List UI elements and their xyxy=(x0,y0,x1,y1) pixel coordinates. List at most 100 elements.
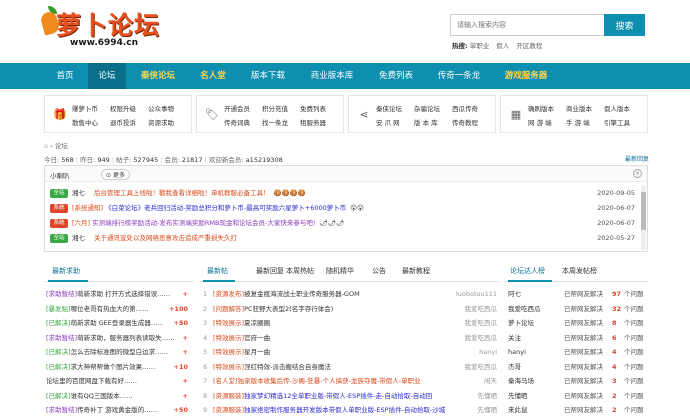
nav-item-6[interactable]: 免费列表 xyxy=(368,63,424,89)
newest-member[interactable]: a15219308 xyxy=(246,156,283,164)
tab-4[interactable]: 公告 xyxy=(372,263,386,279)
quick-link[interactable]: 退币投诉 xyxy=(110,117,136,127)
nav-item-1[interactable]: 论坛 xyxy=(88,63,126,89)
quick-link[interactable]: 确刷版本 xyxy=(528,103,554,113)
thread-row[interactable]: 1 [资源发布]被复金瓶海流战士职业传奇服务器-GOM luobotou111 xyxy=(203,288,499,301)
help-row[interactable]: [已解决]怎么去除标准图的微型白边求…… + xyxy=(46,346,192,359)
thread-title[interactable]: PC狂野大表型2(名字存行体会) xyxy=(244,305,333,313)
thread-row[interactable]: 2 [问题解答]PC狂野大表型2(名字存行体会) 我爱吃西瓜 xyxy=(203,302,499,316)
quick-link[interactable]: 安 爪 网 xyxy=(376,117,400,127)
help-title[interactable]: 论坛里的百度网盘下载有好…… xyxy=(46,377,137,385)
search-input[interactable] xyxy=(450,14,605,36)
quick-link[interactable]: 商业版本 xyxy=(566,103,592,113)
thread-title[interactable]: 被复金瓶海流战士职业传奇服务器-GOM xyxy=(244,290,360,298)
thread-title[interactable]: 独家梦幻精选12全单职业版-带假人-ESP插件-走-自动拾取-自动回 xyxy=(244,392,432,400)
notice-scrollbar[interactable] xyxy=(641,186,646,250)
tab-latest-help[interactable]: 最新求助 xyxy=(52,263,80,279)
notice-text[interactable]: 后台管理工具上线啦！戳我查看详细啦！单机群服必备工具！ xyxy=(94,189,270,197)
quick-link[interactable]: 权限升级 xyxy=(110,103,136,113)
help-row[interactable]: [求助暂结]萌新求助，服务器列表读取失…… + xyxy=(46,331,192,345)
thread-row[interactable]: 4 [特效展示]官府一曲 我爱吃西瓜 xyxy=(203,331,499,345)
thread-row[interactable]: 3 [特效展示]夏凉圈圈 我爱吃西瓜 xyxy=(203,317,499,330)
quick-link[interactable]: 假人版本 xyxy=(604,103,630,113)
help-row[interactable]: [已解决]萌新求助 GEE登录器生成器…… +50 xyxy=(46,317,192,330)
tab-forum-experts[interactable]: 论坛达人榜 xyxy=(510,263,545,279)
notice-author[interactable]: [六月] xyxy=(72,217,90,229)
tab-0[interactable]: 最新帖 xyxy=(207,263,228,279)
thread-row[interactable]: 8 [资源服装]独家梦幻精选12全单职业版-带假人-ESP插件-走-自动拾取-自动… xyxy=(203,389,499,403)
ranking-name[interactable]: 杰哥 xyxy=(508,361,521,374)
help-row[interactable]: [求助暂结]萌新求助 打开方式选择错误…… + xyxy=(46,288,192,301)
tab-1[interactable]: 最新回复 xyxy=(256,263,284,279)
thread-author[interactable]: 闲天 xyxy=(481,375,497,388)
help-title[interactable]: 萌新求助 打开方式选择错误…… xyxy=(77,290,170,298)
quick-link[interactable]: 开通会员 xyxy=(224,103,250,113)
quick-link[interactable]: 租服务器 xyxy=(300,117,326,127)
quick-link[interactable]: 西瓜传奇 xyxy=(452,103,478,113)
notice-row[interactable]: 全站 湘七 关于通讯宣处以及网络恶意攻击造成严重损失久打 2020-05-27 xyxy=(50,232,640,244)
quick-link[interactable]: 资源求助 xyxy=(148,117,174,127)
nav-item-8[interactable]: 游戏服务器 xyxy=(494,63,558,89)
hot-item[interactable]: 假人 xyxy=(496,42,509,50)
hot-item[interactable]: 单职业 xyxy=(470,42,490,50)
close-icon[interactable]: × xyxy=(633,169,642,178)
nav-item-4[interactable]: 版本下载 xyxy=(240,63,296,89)
thread-author[interactable]: 先懂晒 xyxy=(474,389,497,403)
notice-text[interactable]: 《白菜论坛》老兵回归活动-奖励总积分和萝卜币-最高可奖励六星萝卜+6000萝卜币 xyxy=(105,204,346,212)
thread-title[interactable]: 独家绝密制作服务器开发版本带假人单职业版-ESP插件-自动拾取-沙城 xyxy=(244,406,445,414)
ranking-name[interactable]: 先懂晒 xyxy=(508,390,528,403)
thread-title[interactable]: 涅红特效-派击搬结合自身魔法 xyxy=(244,363,331,371)
help-title[interactable]: 谁有QQ三国版本…… xyxy=(71,392,133,400)
tab-2[interactable]: 本周热帖 xyxy=(286,263,314,279)
ranking-name[interactable]: hanyi xyxy=(508,346,526,359)
quick-link[interactable]: 手 游 端 xyxy=(566,117,590,127)
more-button[interactable]: ⊙ 更多 xyxy=(101,169,130,180)
thread-row[interactable]: 6 [特效展示]涅红特效-派击搬结合自身魔法 我爱吃西瓜 xyxy=(203,360,499,374)
quick-link[interactable]: 引擎工具 xyxy=(604,117,630,127)
home-icon[interactable]: ⌂ xyxy=(44,142,48,150)
thread-row[interactable]: 5 [特效展示]星月一曲 hanyi xyxy=(203,346,499,359)
notice-author[interactable]: 湘七 xyxy=(72,232,92,244)
help-title[interactable]: 萌新求助 GEE登录器生成器…… xyxy=(71,319,164,327)
help-row[interactable]: [已解决]谁有QQ三国版本…… + xyxy=(46,389,192,403)
ranking-name[interactable]: 秦海马场 xyxy=(508,375,534,388)
nav-item-0[interactable]: 首页 xyxy=(46,63,84,89)
help-title[interactable]: 传奇补丁 游戏黄金版的…… xyxy=(77,406,157,414)
nav-item-2[interactable]: 秦侠论坛 xyxy=(130,63,186,89)
thread-author[interactable]: 先懂晒 xyxy=(474,404,497,417)
quick-link[interactable]: 秦侠论坛 xyxy=(376,103,402,113)
help-title[interactable]: 求大神帮帮做个图片效果…… xyxy=(71,363,156,371)
notice-author[interactable]: 湘七 xyxy=(72,187,92,199)
thread-title[interactable]: 官府一曲 xyxy=(244,334,270,342)
help-row[interactable]: [暴发贴]哪位老哥有热血大的第…… +100 xyxy=(46,302,192,316)
thread-row[interactable]: 9 [资源服装]独家绝密制作服务器开发版本带假人单职业版-ESP插件-自动拾取-沙… xyxy=(203,404,499,417)
thread-title[interactable]: 夏凉圈圈 xyxy=(244,319,270,327)
quick-link[interactable]: 散售中心 xyxy=(72,117,98,127)
notice-author[interactable]: [系统通知] xyxy=(72,202,103,214)
notice-row[interactable]: 系统 [六月] 实测端排行榜奖励活动-发布实测端奖励RMB现金和论坛会员-大家快来参… xyxy=(50,217,640,229)
quick-link[interactable]: 版 本 库 xyxy=(414,117,438,127)
nav-item-7[interactable]: 传奇一条龙 xyxy=(428,63,490,89)
quick-link[interactable]: 免费列表 xyxy=(300,103,326,113)
help-title[interactable]: 萌新求助，服务器列表读取失…… xyxy=(77,334,175,342)
breadcrumb-forum[interactable]: 论坛 xyxy=(55,142,68,150)
quick-link[interactable]: 积分充值 xyxy=(262,103,288,113)
quick-link[interactable]: 赚萝卜币 xyxy=(72,103,98,113)
notice-text[interactable]: 关于通讯宣处以及网络恶意攻击造成严重损失久打 xyxy=(94,234,237,242)
thread-author[interactable]: luobotou111 xyxy=(452,288,497,301)
quick-link[interactable]: 传奇词典 xyxy=(224,117,250,127)
ranking-name[interactable]: 萝卜论坛 xyxy=(508,317,534,330)
help-title[interactable]: 哪位老哥有热血大的第…… xyxy=(71,305,149,313)
nav-item-5[interactable]: 商业版本库 xyxy=(300,63,364,89)
notice-row[interactable]: 系统 [系统通知] 《白菜论坛》老兵回归活动-奖励总积分和萝卜币-最高可奖励六星萝卜… xyxy=(50,202,640,214)
newest-replies-link[interactable]: 最新回复 xyxy=(625,154,649,163)
help-title[interactable]: 怎么去除标准图的微型白边求…… xyxy=(71,348,169,356)
tab-weekly-posters[interactable]: 本周发帖榜 xyxy=(562,263,597,279)
thread-title[interactable]: 独家版本收集后传-沙阁-狂暴-个人搞获-龙族夺魔-带假人-单职业 xyxy=(238,377,421,385)
quick-link[interactable]: 找一条龙 xyxy=(262,117,288,127)
quick-link[interactable]: 传奇教程 xyxy=(452,117,478,127)
quick-link[interactable]: 公众事物 xyxy=(148,103,174,113)
notice-text[interactable]: 实测端排行榜奖励活动-发布实测端奖励RMB现金和论坛会员-大家快来参与吧! xyxy=(92,219,315,227)
quick-link[interactable]: 杂骗论坛 xyxy=(414,103,440,113)
ranking-name[interactable]: 我爱吃西瓜 xyxy=(508,303,541,316)
